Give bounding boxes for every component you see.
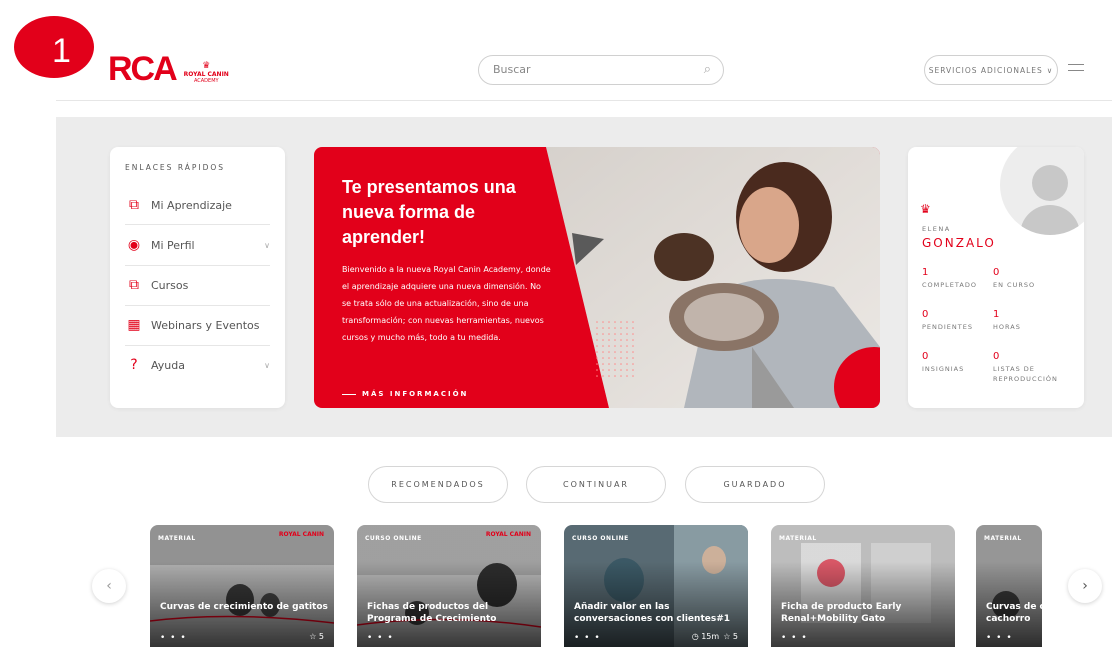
stat-badges[interactable]: 0 INSIGNIAS bbox=[922, 351, 1002, 374]
help-icon: ? bbox=[130, 357, 138, 373]
quick-link-label: Mi Perfil bbox=[151, 238, 195, 252]
card-brand: ROYAL CANIN bbox=[278, 531, 324, 538]
services-dropdown[interactable]: SERVICIOS ADICIONALES ∨ bbox=[924, 55, 1058, 85]
content-card[interactable]: CURSO ONLINE ROYAL CANIN Fichas de produ… bbox=[357, 525, 541, 647]
stat-hours[interactable]: 1 HORAS bbox=[993, 309, 1073, 332]
content-card[interactable]: CURSO ONLINE Añadir valor en las convers… bbox=[564, 525, 748, 647]
quick-link-label: Ayuda bbox=[151, 358, 185, 372]
quick-links-card: ENLACES RÁPIDOS ⧉ Mi Aprendizaje ◉ Mi Pe… bbox=[110, 147, 285, 408]
stat-label: HORAS bbox=[993, 323, 1021, 331]
card-title: Ficha de producto Early Renal+Mobility G… bbox=[781, 602, 902, 624]
stat-label: COMPLETADO bbox=[922, 281, 977, 289]
card-menu-icon[interactable]: • • • bbox=[574, 633, 601, 643]
more-info-link[interactable]: MÁS INFORMACIÓN bbox=[342, 390, 468, 398]
stat-label: PENDIENTES bbox=[922, 323, 973, 331]
card-title: Fichas de productos del Programa de Crec… bbox=[367, 602, 497, 624]
header-divider bbox=[56, 100, 1112, 101]
quick-link-label: Mi Aprendizaje bbox=[151, 198, 232, 212]
royal-canin-logo: ♛ ROYAL CANIN ACADEMY bbox=[183, 61, 229, 85]
stat-completed[interactable]: 1 COMPLETADO bbox=[922, 267, 1002, 290]
stat-in-progress[interactable]: 0 EN CURSO bbox=[993, 267, 1073, 290]
crown-icon: ♛ bbox=[202, 61, 211, 71]
user-last-name: GONZALO bbox=[922, 236, 996, 250]
logo-wordmark: RCA bbox=[108, 50, 178, 88]
step-number: 1 bbox=[52, 32, 71, 70]
stat-value: 0 bbox=[922, 351, 929, 362]
user-circle-icon: ◉ bbox=[127, 237, 141, 253]
card-rating: ☆ 5 bbox=[309, 632, 324, 641]
search-icon[interactable]: ⌕ bbox=[704, 62, 711, 77]
tab-recomendados[interactable]: RECOMENDADOS bbox=[368, 466, 508, 503]
card-menu-icon[interactable]: • • • bbox=[781, 633, 808, 643]
stat-value: 1 bbox=[993, 309, 1000, 320]
stat-label: LISTAS DE REPRODUCCIÓN bbox=[993, 365, 1058, 383]
card-meta: ☆ 5 bbox=[309, 632, 324, 641]
quick-link-webinars[interactable]: ▦ Webinars y Eventos bbox=[125, 305, 270, 345]
card-menu-icon[interactable]: • • • bbox=[986, 633, 1013, 643]
search-input[interactable] bbox=[493, 63, 683, 76]
card-category: CURSO ONLINE bbox=[365, 535, 422, 542]
crown-icon: ♛ bbox=[920, 202, 931, 216]
quick-link-mi-aprendizaje[interactable]: ⧉ Mi Aprendizaje bbox=[125, 185, 270, 225]
card-category: MATERIAL bbox=[158, 535, 196, 542]
banner-title: Te presentamos una nueva forma de aprend… bbox=[342, 177, 516, 247]
content-card[interactable]: MATERIAL ROYAL CANIN Curvas de crecimien… bbox=[150, 525, 334, 647]
card-title: Añadir valor en las conversaciones con c… bbox=[574, 602, 731, 624]
tab-continuar[interactable]: CONTINUAR bbox=[526, 466, 666, 503]
chevron-left-icon: ‹ bbox=[106, 578, 112, 594]
stat-value: 0 bbox=[993, 267, 1000, 278]
content-card[interactable]: MATERIAL Curvas de c cachorro • • • bbox=[976, 525, 1042, 647]
stat-playlists[interactable]: 0 LISTAS DE REPRODUCCIÓN bbox=[993, 351, 1068, 384]
step-number-badge: 1 bbox=[14, 16, 94, 78]
user-first-name: ELENA bbox=[922, 225, 951, 233]
quick-links-title: ENLACES RÁPIDOS bbox=[125, 163, 226, 172]
card-duration: ◷ 15m bbox=[691, 632, 720, 641]
search-box: ⌕ bbox=[478, 55, 724, 85]
card-category: MATERIAL bbox=[984, 535, 1022, 542]
chevron-right-icon: › bbox=[1082, 578, 1088, 594]
profile-card: ♛ ELENA GONZALO 1 COMPLETADO 0 EN CURSO … bbox=[908, 147, 1084, 408]
dash-icon bbox=[342, 393, 356, 395]
open-book-icon: ⧉ bbox=[129, 277, 139, 293]
banner-description: Bienvenido a la nueva Royal Canin Academ… bbox=[342, 265, 551, 342]
stat-pending[interactable]: 0 PENDIENTES bbox=[922, 309, 1002, 332]
stat-label: EN CURSO bbox=[993, 281, 1036, 289]
card-title: Curvas de crecimiento de gatitos bbox=[160, 602, 328, 612]
card-rating: ☆ 5 bbox=[723, 632, 738, 641]
card-category: MATERIAL bbox=[779, 535, 817, 542]
stat-label: INSIGNIAS bbox=[922, 365, 965, 373]
stat-value: 0 bbox=[922, 309, 929, 320]
chevron-down-icon: ∨ bbox=[1046, 65, 1054, 75]
chevron-down-icon[interactable]: ∨ bbox=[264, 241, 270, 250]
card-title: Curvas de c cachorro bbox=[986, 602, 1042, 624]
page: 1 RCA ♛ ROYAL CANIN ACADEMY ⌕ SERVICIOS … bbox=[0, 0, 1112, 647]
rca-logo[interactable]: RCA ♛ ROYAL CANIN ACADEMY bbox=[108, 50, 229, 88]
calendar-icon: ▦ bbox=[127, 317, 141, 333]
stat-value: 0 bbox=[993, 351, 1000, 362]
quick-link-cursos[interactable]: ⧉ Cursos bbox=[125, 265, 270, 305]
logo-subtitle: ACADEMY bbox=[193, 78, 219, 84]
chevron-down-icon[interactable]: ∨ bbox=[264, 361, 270, 370]
book-icon: ⧉ bbox=[129, 197, 139, 213]
services-label: SERVICIOS ADICIONALES bbox=[928, 65, 1043, 75]
avatar[interactable] bbox=[1000, 147, 1084, 235]
content-card[interactable]: MATERIAL Ficha de producto Early Renal+M… bbox=[771, 525, 955, 647]
quick-link-mi-perfil[interactable]: ◉ Mi Perfil ∨ bbox=[125, 225, 270, 265]
quick-link-label: Webinars y Eventos bbox=[151, 318, 260, 332]
stat-value: 1 bbox=[922, 267, 929, 278]
card-menu-icon[interactable]: • • • bbox=[160, 633, 187, 643]
quick-link-ayuda[interactable]: ? Ayuda ∨ bbox=[125, 345, 270, 385]
carousel-prev-button[interactable]: ‹ bbox=[92, 569, 126, 603]
card-meta: ◷ 15m ☆ 5 bbox=[692, 632, 738, 641]
quick-link-label: Cursos bbox=[151, 278, 189, 292]
card-menu-icon[interactable]: • • • bbox=[367, 633, 394, 643]
card-brand: ROYAL CANIN bbox=[485, 531, 531, 538]
logo-brand: ROYAL CANIN bbox=[183, 71, 229, 78]
card-category: CURSO ONLINE bbox=[572, 535, 629, 542]
tab-guardado[interactable]: GUARDADO bbox=[685, 466, 825, 503]
carousel-next-button[interactable]: › bbox=[1068, 569, 1102, 603]
more-info-label: MÁS INFORMACIÓN bbox=[362, 390, 469, 398]
hamburger-icon[interactable] bbox=[1068, 64, 1084, 74]
promo-banner: Te presentamos una nueva forma de aprend… bbox=[314, 147, 880, 408]
